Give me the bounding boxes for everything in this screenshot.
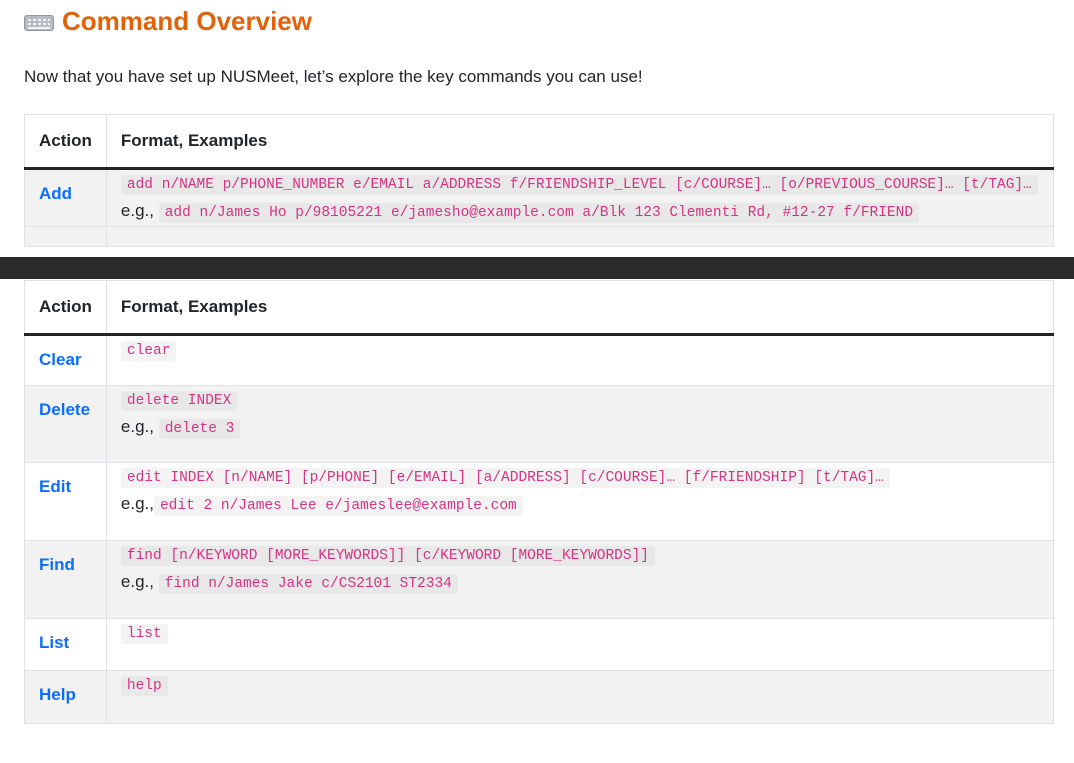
action-link-find[interactable]: Find xyxy=(39,541,92,575)
table-row: Help help xyxy=(24,670,1055,724)
action-cell: Delete xyxy=(24,385,107,463)
eg-label: e.g., xyxy=(120,417,154,436)
example-code: add n/James Ho p/98105221 e/jamesho@exam… xyxy=(158,203,920,223)
action-cell: Edit xyxy=(24,462,107,541)
header-action: Action xyxy=(24,114,107,170)
action-link-clear[interactable]: Clear xyxy=(39,336,92,370)
action-cell: Help xyxy=(24,670,107,724)
section-title: Command Overview xyxy=(24,6,312,37)
format-cell: list xyxy=(105,618,1055,671)
action-cell: Clear xyxy=(24,334,107,386)
top-section: Command Overview Now that you have set u… xyxy=(0,0,1074,257)
example-code: edit 2 n/James Lee e/jameslee@example.co… xyxy=(153,496,523,516)
action-cell: List xyxy=(24,618,107,671)
format-cell: delete INDEX e.g., delete 3 xyxy=(105,385,1055,463)
format-cell: edit INDEX [n/NAME] [p/PHONE] [e/EMAIL] … xyxy=(105,462,1055,541)
format-code: help xyxy=(120,676,168,696)
action-cell: Find xyxy=(24,540,107,619)
format-code: add n/NAME p/PHONE_NUMBER e/EMAIL a/ADDR… xyxy=(120,175,1038,195)
header-format: Format, Examples xyxy=(105,114,1055,170)
format-cell: find [n/KEYWORD [MORE_KEYWORDS]] [c/KEYW… xyxy=(105,540,1055,619)
example-code: delete 3 xyxy=(158,419,241,439)
header-action: Action xyxy=(24,280,107,336)
table-row: Edit edit INDEX [n/NAME] [p/PHONE] [e/EM… xyxy=(24,462,1055,541)
eg-label: e.g., xyxy=(120,572,154,591)
screenshot-divider xyxy=(0,257,1074,279)
action-link-add[interactable]: Add xyxy=(39,170,92,204)
format-cell: add n/NAME p/PHONE_NUMBER e/EMAIL a/ADDR… xyxy=(105,168,1055,227)
format-code: clear xyxy=(120,341,177,361)
action-link-list[interactable]: List xyxy=(39,619,92,653)
action-link-edit[interactable]: Edit xyxy=(39,463,92,497)
command-table: Action Format, Examples Clear clear Dele… xyxy=(24,280,1055,724)
table-header-row: Action Format, Examples xyxy=(24,280,1055,336)
format-cell: clear xyxy=(105,334,1055,386)
command-table-top: Action Format, Examples Add add n/NAME p… xyxy=(24,114,1055,247)
format-code: delete INDEX xyxy=(120,391,238,411)
example-code: find n/James Jake c/CS2101 ST2334 xyxy=(158,574,458,594)
table-row xyxy=(24,226,1055,247)
section-title-text: Command Overview xyxy=(62,6,312,36)
table-row: Delete delete INDEX e.g., delete 3 xyxy=(24,385,1055,463)
table-row: Clear clear xyxy=(24,334,1055,386)
format-code: edit INDEX [n/NAME] [p/PHONE] [e/EMAIL] … xyxy=(120,468,890,488)
table-row: Find find [n/KEYWORD [MORE_KEYWORDS]] [c… xyxy=(24,540,1055,619)
eg-label: e.g., xyxy=(120,494,154,513)
intro-text: Now that you have set up NUSMeet, let’s … xyxy=(24,67,643,86)
eg-label: e.g., xyxy=(120,201,154,220)
header-format: Format, Examples xyxy=(105,280,1055,336)
action-link-delete[interactable]: Delete xyxy=(39,386,92,420)
keyboard-icon xyxy=(24,14,54,31)
table-row: Add add n/NAME p/PHONE_NUMBER e/EMAIL a/… xyxy=(24,168,1055,227)
format-cell: help xyxy=(105,670,1055,724)
action-cell: Add xyxy=(24,168,107,227)
table-row: List list xyxy=(24,618,1055,671)
action-link-help[interactable]: Help xyxy=(39,671,92,705)
table-header-row: Action Format, Examples xyxy=(24,114,1055,170)
format-code: find [n/KEYWORD [MORE_KEYWORDS]] [c/KEYW… xyxy=(120,546,655,566)
page: Command Overview Now that you have set u… xyxy=(0,0,1074,763)
format-code: list xyxy=(120,624,168,644)
